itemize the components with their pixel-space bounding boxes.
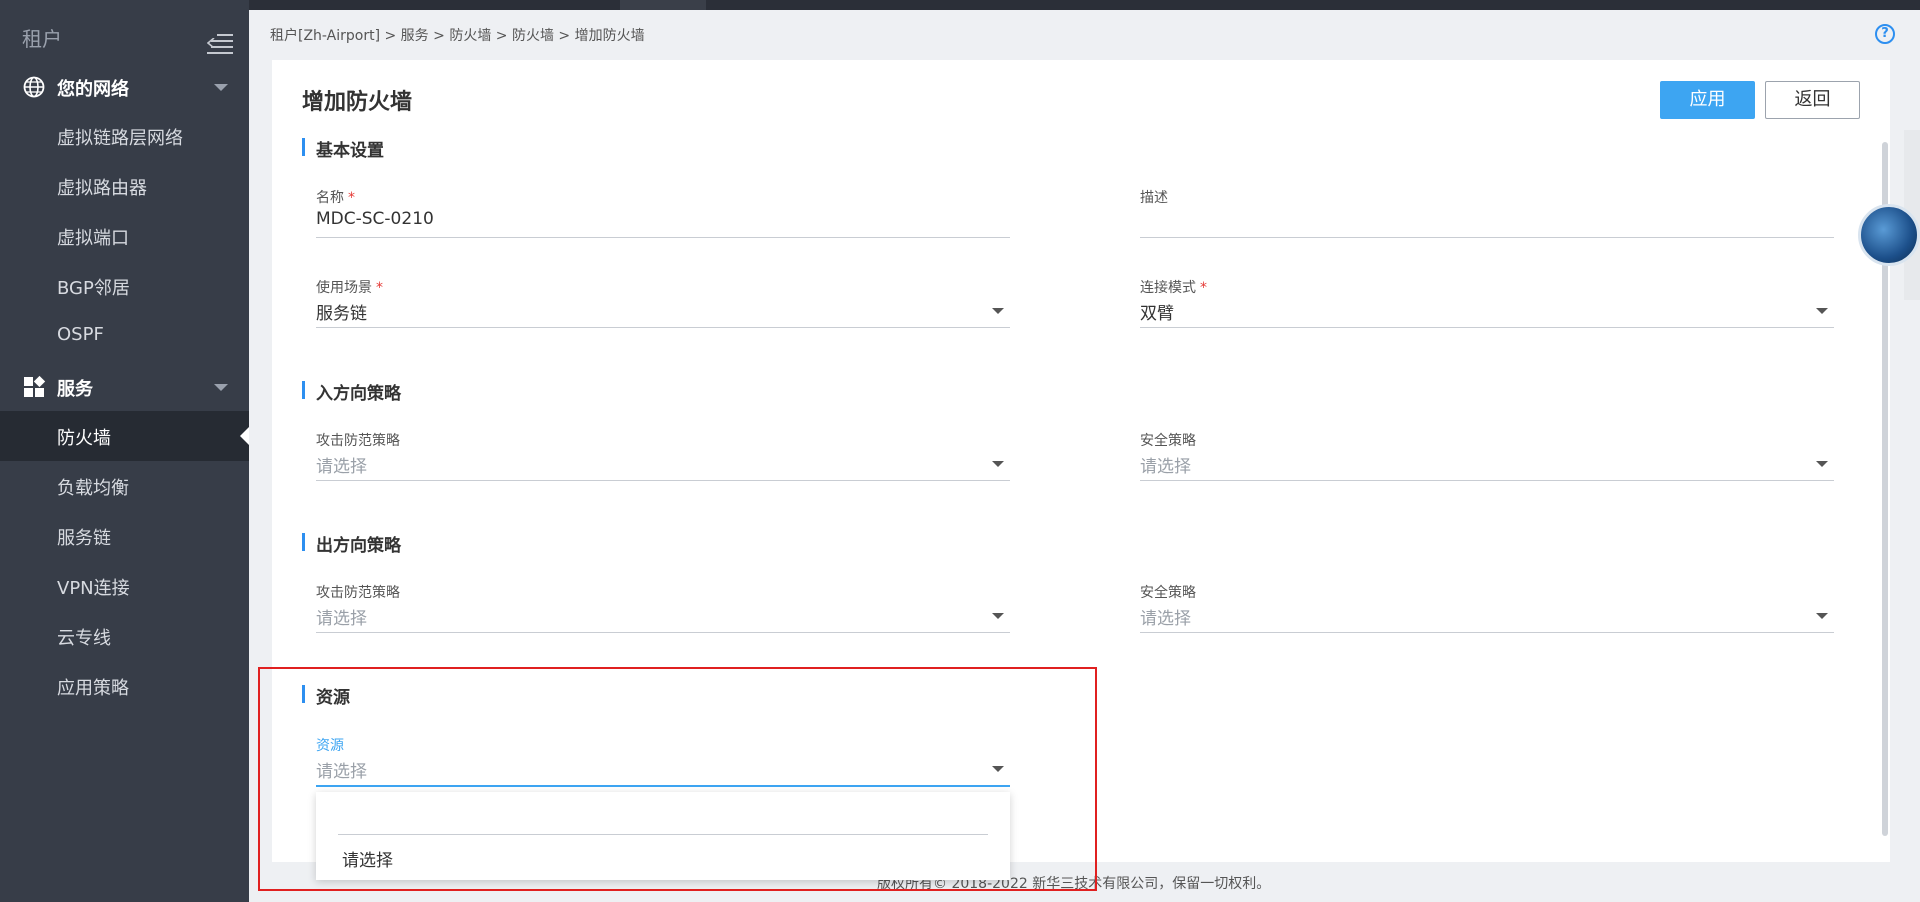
field-label: 描述 [1140, 190, 1168, 206]
chevron-down-icon [214, 384, 228, 391]
help-icon[interactable]: ? [1875, 24, 1895, 44]
resource-dropdown-menu: 请选择 [316, 792, 1010, 880]
sidebar-item-label: VPN连接 [57, 578, 130, 599]
breadcrumb[interactable]: 租户[Zh-Airport] > 服务 > 防火墙 > 防火墙 > 增加防火墙 [270, 25, 645, 45]
select-placeholder: 请选择 [316, 457, 367, 477]
field-underline [316, 785, 1010, 787]
sidebar-group-label: 您的网络 [57, 79, 129, 100]
sidebar-item-vpn[interactable]: VPN连接 [0, 561, 249, 611]
sidebar-group-services[interactable]: 服务 [0, 362, 249, 412]
sidebar-item-app-policy[interactable]: 应用策略 [0, 661, 249, 711]
select-placeholder: 请选择 [316, 762, 367, 782]
field-label: 安全策略 [1140, 433, 1196, 449]
field-label: 攻击防范策略 [316, 433, 400, 449]
select-placeholder: 请选择 [1140, 457, 1191, 477]
menu-collapse-icon[interactable] [207, 32, 233, 56]
field-label: 使用场景 * [316, 280, 383, 296]
dropdown-option[interactable]: 请选择 [342, 846, 393, 871]
sidebar-item-label: 虚拟路由器 [57, 178, 147, 199]
dropdown-arrow-icon[interactable] [1816, 461, 1828, 467]
required-mark: * [1200, 280, 1207, 296]
sidebar-item-virtual-link-network[interactable]: 虚拟链路层网络 [0, 111, 249, 161]
dropdown-arrow-icon[interactable] [992, 308, 1004, 314]
required-mark: * [376, 280, 383, 296]
floating-assistant-icon[interactable] [1858, 204, 1920, 266]
section-title: 基本设置 [316, 141, 384, 161]
field-underline [316, 327, 1010, 328]
field-underline [1140, 480, 1834, 481]
field-underline [1140, 237, 1834, 238]
dropdown-arrow-icon[interactable] [992, 613, 1004, 619]
sidebar-header: 租户 [0, 10, 249, 60]
select-value: 服务链 [316, 304, 367, 324]
select-value: 双臂 [1140, 304, 1174, 324]
connection-mode-select[interactable]: 连接模式 * 双臂 [1140, 277, 1834, 331]
field-label: 连接模式 * [1140, 280, 1207, 296]
apply-button[interactable]: 应用 [1660, 81, 1755, 119]
field-underline [316, 237, 1010, 238]
dropdown-arrow-icon[interactable] [992, 461, 1004, 467]
outbound-attack-policy-select[interactable]: 攻击防范策略 请选择 [316, 582, 1010, 636]
sidebar-item-label: 云专线 [57, 628, 111, 649]
section-title: 资源 [316, 688, 350, 708]
globe-icon [23, 76, 45, 98]
sidebar-item-cloud-line[interactable]: 云专线 [0, 611, 249, 661]
field-label: 安全策略 [1140, 585, 1196, 601]
sidebar-title: 租户 [22, 27, 62, 51]
outbound-security-policy-select[interactable]: 安全策略 请选择 [1140, 582, 1834, 636]
grid-icon [24, 375, 46, 397]
field-label: 资源 [316, 738, 344, 754]
field-underline [1140, 327, 1834, 328]
sidebar-item-virtual-port[interactable]: 虚拟端口 [0, 211, 249, 261]
section-title: 出方向策略 [316, 536, 401, 556]
select-placeholder: 请选择 [316, 609, 367, 629]
field-label: 名称 * [316, 190, 355, 206]
dropdown-arrow-icon[interactable] [1816, 613, 1828, 619]
sidebar-item-label: 防火墙 [57, 428, 111, 449]
field-underline [316, 632, 1010, 633]
sidebar-item-load-balancing[interactable]: 负载均衡 [0, 461, 249, 511]
sidebar-item-bgp-neighbor[interactable]: BGP邻居 [0, 261, 249, 311]
resource-select[interactable]: 资源 请选择 [316, 735, 1010, 789]
name-input[interactable]: MDC-SC-0210 [316, 209, 434, 229]
dropdown-arrow-icon[interactable] [1816, 308, 1828, 314]
sidebar: 租户 您的网络 虚拟链路层网络 虚拟路由器 虚拟端口 BGP邻居 OSPF 服务 [0, 0, 249, 902]
page-title: 增加防火墙 [302, 90, 413, 115]
sidebar-item-label: 应用策略 [57, 678, 129, 699]
top-strip-tab [620, 0, 706, 10]
sidebar-item-label: OSPF [57, 324, 104, 345]
inbound-security-policy-select[interactable]: 安全策略 请选择 [1140, 430, 1834, 484]
usage-scenario-select[interactable]: 使用场景 * 服务链 [316, 277, 1010, 331]
top-strip [0, 0, 1920, 10]
chevron-down-icon [214, 84, 228, 91]
sidebar-item-virtual-router[interactable]: 虚拟路由器 [0, 161, 249, 211]
sidebar-item-ospf[interactable]: OSPF [0, 311, 249, 361]
sidebar-item-label: 服务链 [57, 528, 111, 549]
field-label: 攻击防范策略 [316, 585, 400, 601]
name-field[interactable]: 名称 * MDC-SC-0210 [316, 187, 1010, 241]
select-placeholder: 请选择 [1140, 609, 1191, 629]
section-title: 入方向策略 [316, 384, 401, 404]
inbound-attack-policy-select[interactable]: 攻击防范策略 请选择 [316, 430, 1010, 484]
sidebar-item-label: 虚拟链路层网络 [57, 128, 183, 149]
description-field[interactable]: 描述 [1140, 187, 1834, 241]
dropdown-arrow-icon[interactable] [992, 766, 1004, 772]
sidebar-item-firewall[interactable]: 防火墙 [0, 411, 249, 461]
sidebar-group-label: 服务 [57, 379, 93, 400]
required-mark: * [348, 190, 355, 206]
back-button[interactable]: 返回 [1765, 81, 1860, 119]
sidebar-item-service-chain[interactable]: 服务链 [0, 511, 249, 561]
sidebar-item-label: BGP邻居 [57, 278, 130, 299]
dropdown-search-input[interactable] [338, 792, 988, 835]
sidebar-item-label: 负载均衡 [57, 478, 129, 499]
sidebar-group-network[interactable]: 您的网络 [0, 62, 249, 112]
field-underline [316, 480, 1010, 481]
field-underline [1140, 632, 1834, 633]
sidebar-item-label: 虚拟端口 [57, 228, 129, 249]
